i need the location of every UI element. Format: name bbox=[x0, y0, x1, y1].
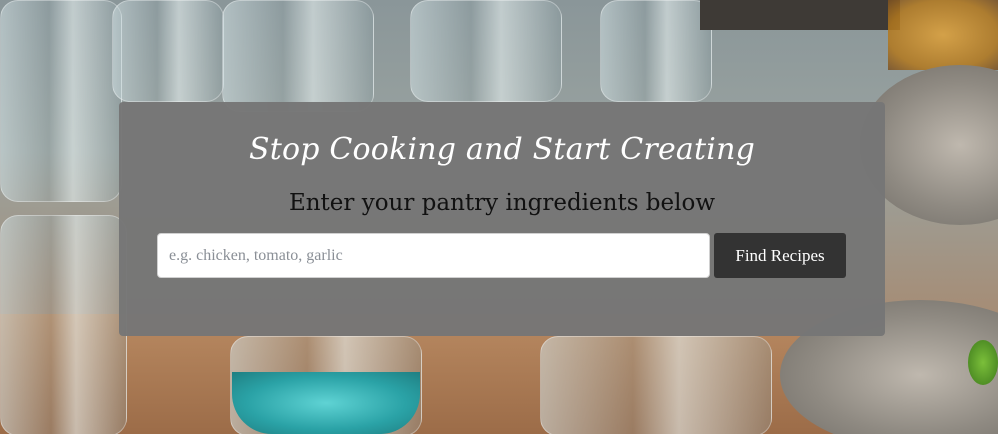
background-glass bbox=[222, 0, 374, 112]
page-title: Stop Cooking and Start Creating bbox=[248, 132, 755, 167]
page-subtitle: Enter your pantry ingredients below bbox=[288, 190, 716, 216]
background-glass bbox=[600, 0, 712, 102]
background-glass bbox=[112, 0, 224, 102]
hero-section: Stop Cooking and Start Creating Enter yo… bbox=[0, 0, 998, 434]
ingredients-search-input[interactable] bbox=[157, 233, 710, 278]
background-glass bbox=[0, 215, 127, 434]
find-recipes-button[interactable]: Find Recipes bbox=[714, 233, 846, 278]
background-glass bbox=[0, 0, 122, 202]
background-garnish bbox=[968, 340, 998, 385]
background-glass bbox=[410, 0, 562, 102]
search-panel: Stop Cooking and Start Creating Enter yo… bbox=[119, 102, 885, 336]
background-glass bbox=[540, 336, 772, 434]
background-food bbox=[888, 0, 998, 70]
background-water bbox=[232, 372, 420, 434]
background-shadow bbox=[700, 0, 900, 30]
